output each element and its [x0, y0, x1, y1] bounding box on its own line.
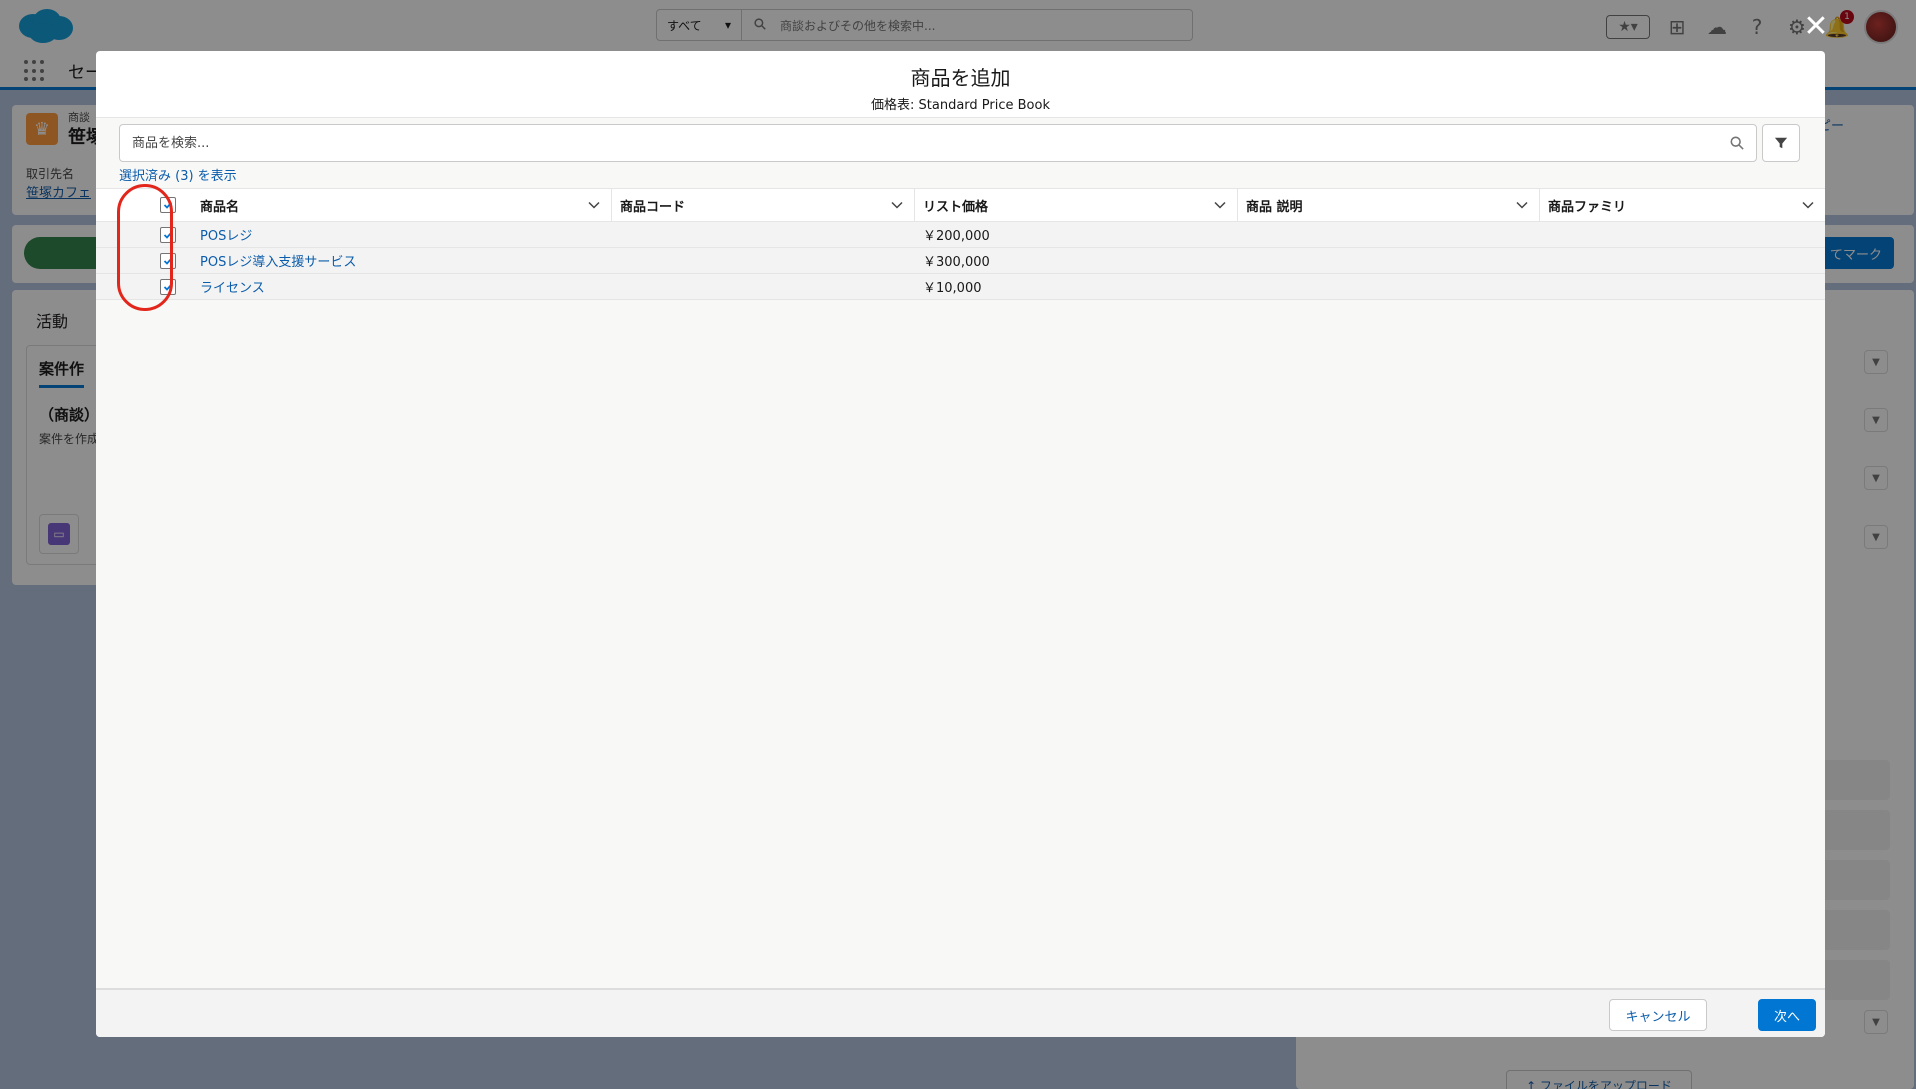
description-cell [1238, 274, 1540, 299]
products-table: 商品名 商品コード リスト価格 商品 説明 商品ファミリ POSレジ ￥200,… [96, 188, 1825, 300]
column-header-label: 商品 説明 [1246, 199, 1303, 215]
column-header-price[interactable]: リスト価格 [915, 189, 1238, 221]
close-icon[interactable]: ✕ [1800, 9, 1832, 44]
chevron-down-icon[interactable] [1801, 198, 1815, 212]
product-name-link[interactable]: POSレジ [200, 225, 252, 244]
product-search-box [119, 124, 1757, 162]
next-button[interactable]: 次へ [1758, 999, 1816, 1031]
product-name-cell: POSレジ導入支援サービス [192, 248, 612, 273]
description-cell [1238, 248, 1540, 273]
list-price-cell: ￥200,000 [923, 229, 990, 244]
check-icon [163, 283, 173, 291]
modal-footer: キャンセル 次へ [96, 988, 1825, 1037]
product-search-input[interactable] [120, 125, 1756, 161]
product-search-row [119, 124, 1800, 164]
family-cell [1540, 248, 1825, 273]
family-cell [1540, 222, 1825, 247]
row-select-cell [96, 274, 192, 299]
column-header-code[interactable]: 商品コード [612, 189, 915, 221]
list-price-cell: ￥10,000 [923, 281, 982, 296]
product-code-cell [612, 248, 915, 273]
list-price-cell: ￥300,000 [923, 255, 990, 270]
check-icon [163, 257, 173, 265]
family-cell [1540, 274, 1825, 299]
check-icon [163, 201, 173, 209]
product-name-link[interactable]: ライセンス [200, 277, 265, 296]
row-select-cell [96, 248, 192, 273]
column-header-family[interactable]: 商品ファミリ [1540, 189, 1825, 221]
chevron-down-icon[interactable] [1515, 198, 1529, 212]
product-code-cell [612, 222, 915, 247]
table-row[interactable]: POSレジ導入支援サービス ￥300,000 [96, 248, 1825, 274]
search-icon [1730, 136, 1744, 150]
table-row[interactable]: ライセンス ￥10,000 [96, 274, 1825, 300]
column-header-label: 商品コード [620, 199, 686, 215]
modal-body: 選択済み (3) を表示 商品名 商品コード リスト価格 [96, 118, 1825, 988]
filter-icon [1774, 137, 1788, 149]
row-checkbox[interactable] [160, 226, 176, 243]
column-header-label: 商品ファミリ [1548, 199, 1627, 215]
column-header-description[interactable]: 商品 説明 [1238, 189, 1540, 221]
table-header-row: 商品名 商品コード リスト価格 商品 説明 商品ファミリ [96, 188, 1825, 222]
table-row[interactable]: POSレジ ￥200,000 [96, 222, 1825, 248]
cancel-button[interactable]: キャンセル [1609, 999, 1707, 1031]
modal-subtitle: 価格表: Standard Price Book [871, 98, 1050, 113]
product-name-cell: ライセンス [192, 274, 612, 299]
filter-button[interactable] [1762, 124, 1800, 162]
column-header-name[interactable]: 商品名 [192, 189, 612, 221]
chevron-down-icon[interactable] [890, 198, 904, 212]
select-all-checkbox[interactable] [160, 197, 176, 213]
modal-title: 商品を追加 [910, 66, 1011, 90]
row-checkbox[interactable] [160, 252, 176, 269]
product-name-link[interactable]: POSレジ導入支援サービス [200, 251, 356, 270]
row-checkbox[interactable] [160, 278, 176, 295]
description-cell [1238, 222, 1540, 247]
show-selected-link[interactable]: 選択済み (3) を表示 [119, 165, 237, 184]
chevron-down-icon[interactable] [587, 198, 601, 212]
column-header-label: 商品名 [200, 199, 240, 215]
row-select-cell [96, 222, 192, 247]
product-name-cell: POSレジ [192, 222, 612, 247]
chevron-down-icon[interactable] [1213, 198, 1227, 212]
select-all-cell [96, 189, 192, 221]
column-header-label: リスト価格 [923, 199, 989, 215]
check-icon [163, 231, 173, 239]
modal-header: 商品を追加 価格表: Standard Price Book [96, 51, 1825, 118]
add-products-modal: 商品を追加 価格表: Standard Price Book 選択済み (3) … [96, 51, 1825, 1037]
product-code-cell [612, 274, 915, 299]
